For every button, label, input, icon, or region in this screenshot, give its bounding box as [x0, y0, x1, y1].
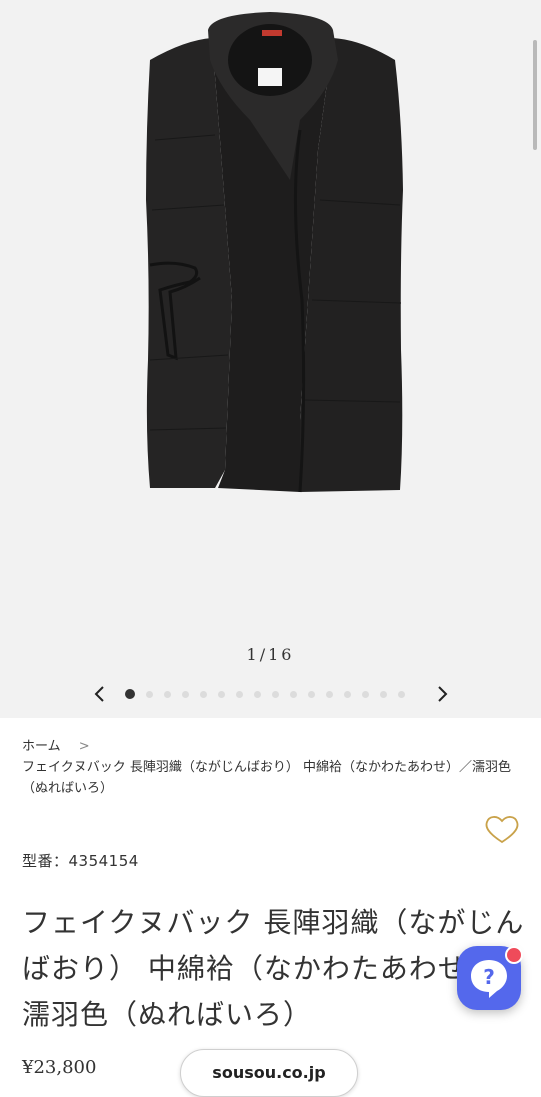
slide-dot[interactable] — [326, 690, 333, 698]
slide-dot[interactable] — [272, 690, 279, 698]
breadcrumb-separator: > — [78, 739, 90, 754]
slide-dot[interactable] — [362, 690, 369, 698]
product-gallery[interactable]: 1/16 — [0, 0, 541, 718]
slide-dot[interactable] — [200, 690, 207, 698]
slide-dot[interactable] — [146, 690, 153, 698]
chevron-left-icon[interactable] — [86, 680, 114, 708]
slide-dot[interactable] — [290, 690, 297, 698]
breadcrumb-home-link[interactable]: ホーム — [22, 739, 61, 754]
product-image[interactable] — [0, 0, 541, 640]
page-scrollbar[interactable] — [533, 40, 537, 150]
slide-dots — [125, 689, 416, 699]
product-title: フェイクヌバック 長陣羽織（ながじんばおり） 中綿袷（なかわたあわせ）／濡羽色（… — [22, 906, 525, 1031]
slide-dot[interactable] — [182, 690, 189, 698]
slide-dot[interactable] — [125, 689, 135, 699]
slide-dot[interactable] — [164, 690, 171, 698]
site-url-button[interactable]: sousou.co.jp — [180, 1049, 358, 1097]
product-price: ¥23,800 — [22, 1057, 97, 1078]
heart-icon[interactable] — [483, 812, 521, 846]
slide-counter: 1/16 — [246, 645, 295, 664]
notification-badge — [505, 946, 523, 964]
gallery-nav — [0, 680, 541, 708]
slide-dot[interactable] — [308, 690, 315, 698]
breadcrumb-current: フェイクヌバック 長陣羽織（ながじんばおり） 中綿袷（なかわたあわせ）／濡羽色（… — [22, 760, 512, 796]
slide-dot[interactable] — [236, 690, 243, 698]
breadcrumb: ホーム > フェイクヌバック 長陣羽織（ながじんばおり） 中綿袷（なかわたあわせ… — [22, 736, 522, 799]
slide-dot[interactable] — [344, 690, 351, 698]
slide-dot[interactable] — [218, 690, 225, 698]
slide-dot[interactable] — [254, 690, 261, 698]
chevron-right-icon[interactable] — [428, 680, 456, 708]
slide-dot[interactable] — [398, 690, 405, 698]
svg-text:?: ? — [483, 965, 495, 989]
model-number: 型番：4354154 — [22, 852, 139, 870]
slide-dot[interactable] — [380, 690, 387, 698]
